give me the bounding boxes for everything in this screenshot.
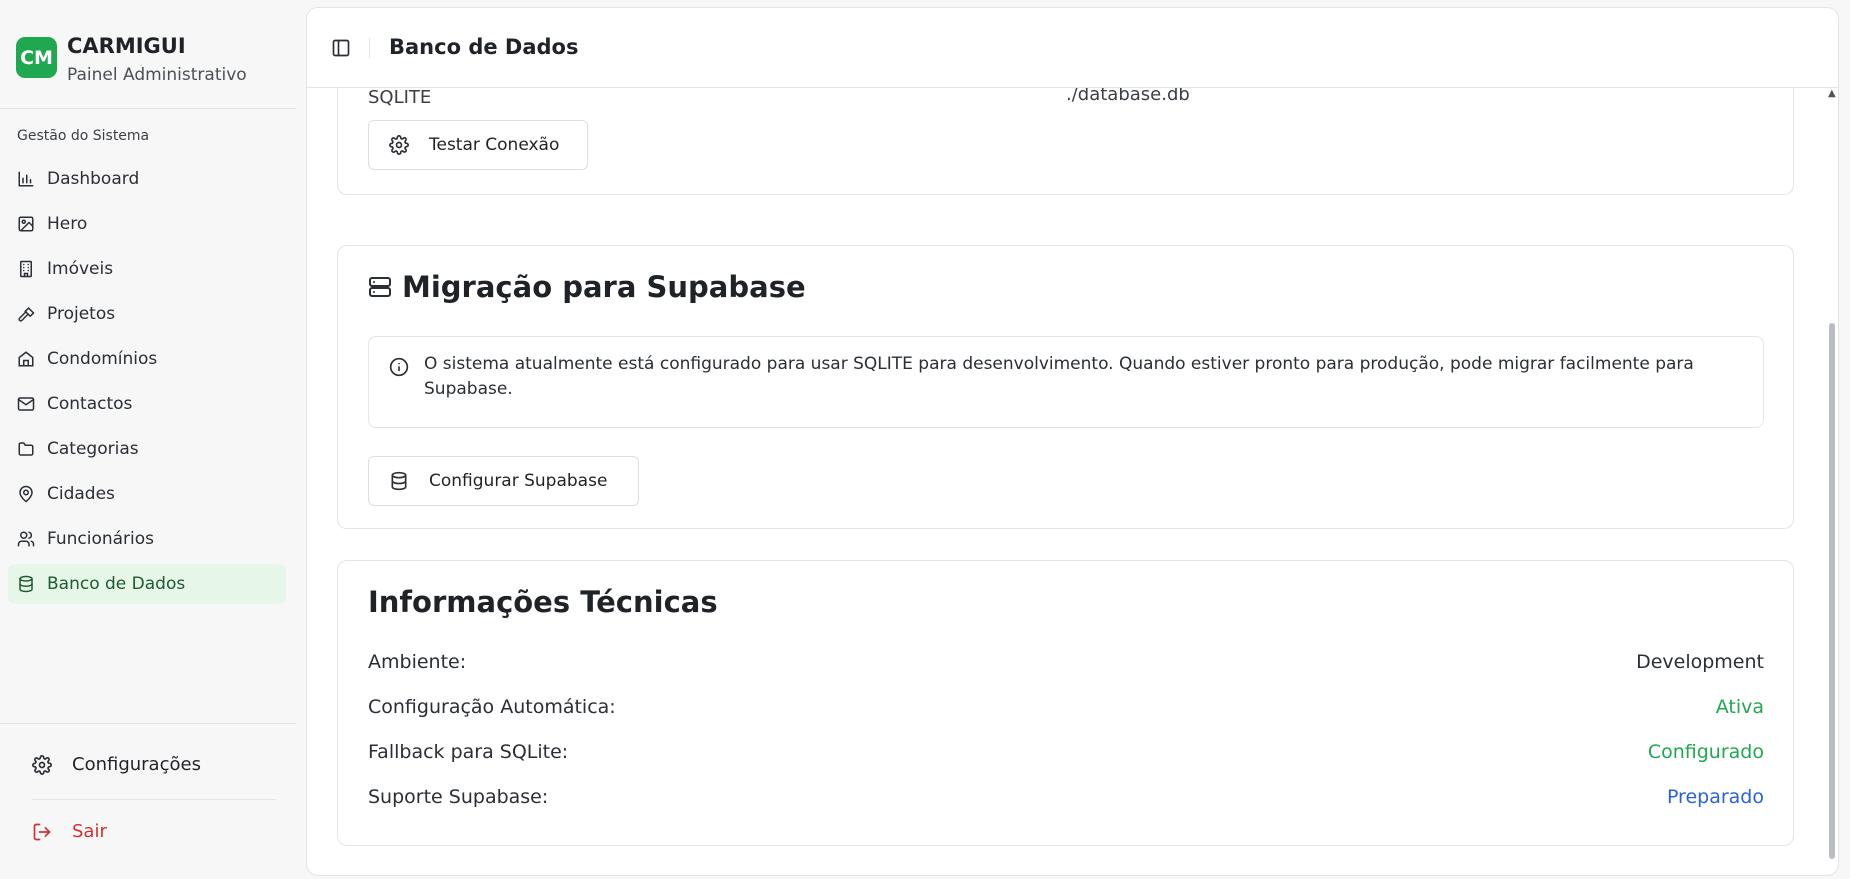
sidebar: CM CARMIGUI Painel Administrativo Gestão… bbox=[0, 0, 306, 879]
sidebar-item-funcionarios[interactable]: Funcionários bbox=[8, 519, 286, 559]
database-icon bbox=[19, 575, 33, 593]
logout-icon bbox=[33, 823, 51, 840]
info-row: Ambiente: Development bbox=[368, 651, 1764, 673]
sidebar-item-label: Banco de Dados bbox=[47, 574, 186, 594]
db-type-value: SQLITE bbox=[368, 87, 432, 108]
sidebar-item-label: Projetos bbox=[47, 304, 116, 324]
info-row: Configuração Automática: Ativa bbox=[368, 696, 1764, 718]
scroll-up-arrow-icon[interactable]: ▲ bbox=[1828, 88, 1836, 100]
sidebar-item-label: Hero bbox=[47, 214, 88, 234]
map-pin-icon bbox=[19, 485, 33, 503]
brand-subtitle: Painel Administrativo bbox=[67, 65, 247, 85]
sidebar-item-label: Funcionários bbox=[47, 529, 155, 549]
info-label: Suporte Supabase: bbox=[368, 786, 549, 808]
sidebar-item-label: Dashboard bbox=[47, 169, 140, 189]
bar-chart-icon bbox=[18, 171, 34, 187]
test-connection-label: Testar Conexão bbox=[429, 135, 560, 155]
content: SQLITE ./database.db Testar Conexão Migr… bbox=[307, 68, 1838, 875]
hammer-icon bbox=[18, 306, 35, 322]
info-value: Ativa bbox=[1715, 696, 1764, 718]
scrollbar-thumb[interactable] bbox=[1829, 323, 1835, 859]
sidebar-item-projetos[interactable]: Projetos bbox=[8, 294, 286, 334]
sidebar-item-dashboard[interactable]: Dashboard bbox=[8, 159, 286, 199]
logout-label: Sair bbox=[72, 821, 107, 842]
sidebar-divider bbox=[0, 723, 296, 724]
sidebar-item-contactos[interactable]: Contactos bbox=[8, 384, 286, 424]
sidebar-item-categorias[interactable]: Categorias bbox=[8, 429, 286, 469]
home-icon bbox=[18, 351, 34, 367]
configure-supabase-button[interactable]: Configurar Supabase bbox=[368, 456, 639, 506]
sidebar-item-cidades[interactable]: Cidades bbox=[8, 474, 286, 514]
gear-icon bbox=[32, 754, 52, 775]
mail-icon bbox=[17, 397, 35, 411]
logout-button[interactable]: Sair bbox=[32, 821, 107, 842]
sidebar-item-condominios[interactable]: Condomínios bbox=[8, 339, 286, 379]
info-label: Configuração Automática: bbox=[368, 696, 616, 718]
sidebar-item-label: Imóveis bbox=[47, 259, 114, 279]
sidebar-item-label: Cidades bbox=[47, 484, 115, 504]
gear-icon bbox=[389, 135, 409, 155]
settings-label: Configurações bbox=[72, 754, 201, 775]
sidebar-divider bbox=[0, 108, 296, 109]
info-icon bbox=[389, 357, 409, 377]
info-value: Preparado bbox=[1666, 786, 1764, 808]
folder-icon bbox=[18, 442, 34, 456]
users-icon bbox=[17, 531, 35, 547]
migration-alert: O sistema atualmente está configurado pa… bbox=[368, 336, 1764, 428]
tech-info-card: Informações Técnicas Ambiente: Developme… bbox=[337, 560, 1794, 846]
topbar-separator bbox=[369, 38, 370, 58]
sidebar-nav: Dashboard Hero Imóveis Projetos Condomín… bbox=[8, 159, 286, 609]
brand: CM CARMIGUI Painel Administrativo bbox=[16, 33, 247, 87]
migration-card: Migração para Supabase O sistema atualme… bbox=[337, 245, 1794, 529]
sidebar-toggle-icon[interactable] bbox=[331, 38, 351, 58]
settings-button[interactable]: Configurações bbox=[32, 754, 201, 775]
configure-supabase-label: Configurar Supabase bbox=[429, 471, 608, 491]
info-row: Fallback para SQLite: Configurado bbox=[368, 741, 1764, 763]
page-title: Banco de Dados bbox=[389, 35, 579, 59]
info-value: Configurado bbox=[1647, 741, 1764, 763]
server-icon bbox=[369, 277, 391, 297]
building-icon bbox=[20, 260, 32, 278]
sidebar-item-label: Contactos bbox=[47, 394, 133, 414]
migration-alert-text: O sistema atualmente está configurado pa… bbox=[424, 354, 1694, 399]
info-row: Suporte Supabase: Preparado bbox=[368, 786, 1764, 808]
sidebar-section-label: Gestão do Sistema bbox=[17, 128, 150, 144]
sidebar-divider bbox=[32, 799, 276, 800]
sidebar-item-hero[interactable]: Hero bbox=[8, 204, 286, 244]
sidebar-item-imoveis[interactable]: Imóveis bbox=[8, 249, 286, 289]
tech-info-title: Informações Técnicas bbox=[368, 585, 718, 619]
scrollbar[interactable]: ▲ bbox=[1828, 88, 1836, 863]
brand-name: CARMIGUI bbox=[67, 34, 186, 58]
database-icon bbox=[391, 471, 407, 491]
sidebar-item-label: Categorias bbox=[47, 439, 139, 459]
info-value: Development bbox=[1636, 651, 1764, 673]
info-label: Fallback para SQLite: bbox=[368, 741, 569, 763]
sidebar-item-banco-de-dados[interactable]: Banco de Dados bbox=[8, 564, 286, 604]
brand-logo: CM bbox=[16, 37, 57, 78]
migration-title-text: Migração para Supabase bbox=[402, 270, 806, 304]
main-panel: Banco de Dados SQLITE ./database.db Test… bbox=[306, 7, 1839, 876]
image-icon bbox=[18, 216, 34, 232]
info-label: Ambiente: bbox=[368, 651, 467, 673]
migration-title: Migração para Supabase bbox=[368, 270, 806, 304]
sidebar-item-label: Condomínios bbox=[47, 349, 158, 369]
topbar: Banco de Dados bbox=[307, 8, 1838, 88]
test-connection-button[interactable]: Testar Conexão bbox=[368, 120, 588, 170]
